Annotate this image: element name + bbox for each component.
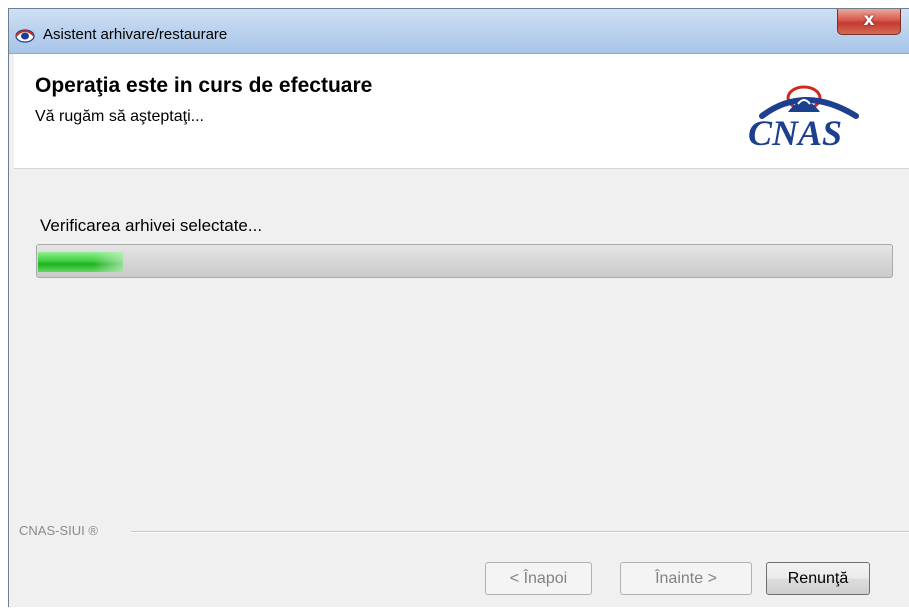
- page-subtitle: Vă rugăm să aşteptaţi...: [35, 108, 204, 125]
- cnas-logo-text: CNAS: [748, 113, 843, 153]
- wizard-client-area: Operaţia este in curs de efectuare Vă ru…: [14, 54, 909, 608]
- wizard-header: Operaţia este in curs de efectuare Vă ru…: [14, 54, 909, 169]
- window-title: Asistent arhivare/restaurare: [43, 26, 228, 43]
- cnas-logo: CNAS: [744, 82, 879, 157]
- footer-divider: [131, 531, 909, 533]
- wizard-window: Asistent arhivare/restaurare x Operaţia …: [8, 8, 909, 607]
- back-button[interactable]: < Înapoi: [485, 562, 592, 595]
- footer-group-label: CNAS-SIUI ®: [19, 523, 98, 538]
- progress-bar: [36, 244, 893, 278]
- progress-fill: [38, 252, 123, 272]
- cnas-app-icon: [15, 29, 35, 43]
- page-title: Operaţia este in curs de efectuare: [35, 74, 373, 97]
- title-bar[interactable]: Asistent arhivare/restaurare x: [9, 9, 909, 54]
- next-button[interactable]: Înainte >: [620, 562, 752, 595]
- progress-label: Verificarea arhivei selectate...: [40, 216, 263, 235]
- close-button[interactable]: x: [837, 9, 901, 35]
- cancel-button[interactable]: Renunţă: [766, 562, 870, 595]
- close-icon: x: [863, 10, 875, 30]
